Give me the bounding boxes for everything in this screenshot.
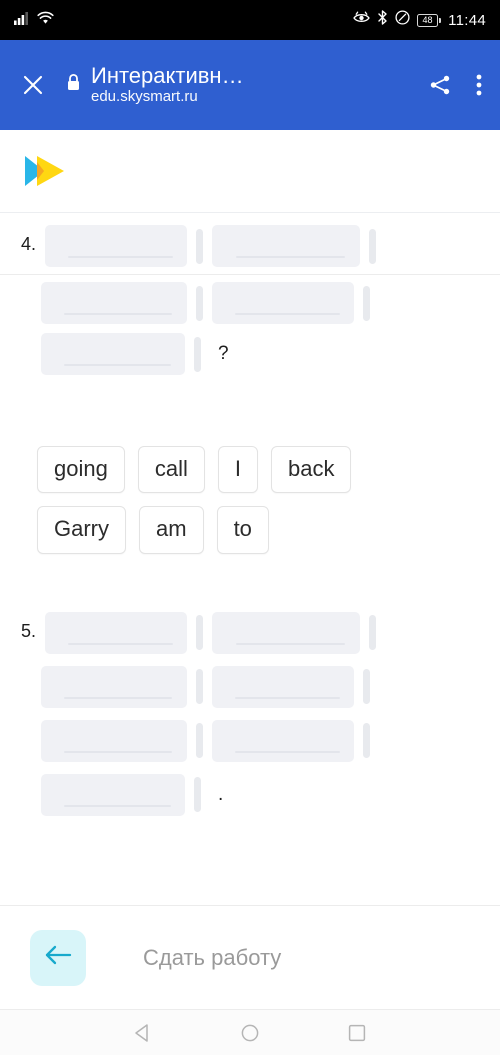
word-chip[interactable]: am <box>139 506 204 554</box>
answer-slot[interactable] <box>41 719 187 762</box>
slot-separator <box>196 615 203 651</box>
status-bar-left <box>14 11 54 30</box>
exercise-5: 5. . <box>0 611 500 816</box>
word-chip[interactable]: to <box>216 506 269 554</box>
dnd-icon <box>395 10 410 30</box>
status-bar: 48 11:44 <box>0 0 500 40</box>
word-chip[interactable]: going <box>37 446 125 494</box>
eye-icon <box>353 11 370 29</box>
answer-slot[interactable] <box>41 665 187 708</box>
word-chip[interactable]: call <box>137 446 205 494</box>
page-identity[interactable]: Интерактивн… edu.skysmart.ru <box>66 64 414 105</box>
answer-slot[interactable] <box>45 225 187 267</box>
slot-separator <box>363 723 370 759</box>
exercise-4-row-2 <box>0 282 500 324</box>
bluetooth-icon <box>377 10 388 30</box>
status-bar-clock: 11:44 <box>448 11 486 29</box>
skysmart-logo[interactable] <box>22 152 70 190</box>
close-button[interactable] <box>18 74 48 96</box>
answer-slot[interactable] <box>41 333 185 375</box>
lock-icon <box>66 73 81 97</box>
wifi-icon <box>37 11 54 30</box>
exercise-5-row-2 <box>0 665 500 708</box>
sentence-punctuation: . <box>218 783 224 805</box>
page-url: edu.skysmart.ru <box>91 87 198 105</box>
slot-separator <box>196 228 203 264</box>
slot-separator <box>369 228 376 264</box>
more-options-icon[interactable] <box>476 73 482 97</box>
header-actions <box>428 73 482 97</box>
nav-back-icon[interactable] <box>132 1022 154 1044</box>
nav-home-icon[interactable] <box>239 1022 261 1044</box>
arrow-left-icon <box>43 943 73 972</box>
word-chip[interactable]: Garry <box>37 506 126 554</box>
exercise-4: 4. ? going call I back Garry am to <box>0 213 500 554</box>
page-title: Интерактивн… <box>91 64 244 89</box>
slot-separator <box>363 669 370 705</box>
answer-slot[interactable] <box>212 225 360 267</box>
nav-recents-icon[interactable] <box>346 1022 368 1044</box>
exercise-5-row-4: . <box>0 773 500 816</box>
status-bar-right: 48 11:44 <box>353 10 486 30</box>
exercise-5-row-3 <box>0 719 500 762</box>
browser-header: Интерактивн… edu.skysmart.ru <box>0 40 500 130</box>
exercise-4-row-3: ? <box>0 333 500 375</box>
signal-icon <box>14 11 30 30</box>
sentence-punctuation: ? <box>218 343 229 364</box>
answer-slot[interactable] <box>212 282 354 324</box>
slot-separator <box>196 723 203 759</box>
word-chip[interactable]: I <box>217 446 258 494</box>
word-chip[interactable]: back <box>270 446 352 494</box>
slot-separator <box>369 615 376 651</box>
android-nav-bar <box>0 1010 500 1055</box>
share-icon[interactable] <box>428 73 452 97</box>
exercise-5-row-1: 5. <box>0 611 500 654</box>
answer-slot[interactable] <box>212 719 354 762</box>
brand-bar <box>0 130 500 213</box>
answer-slot[interactable] <box>45 611 187 654</box>
submit-work-button[interactable]: Сдать работу <box>143 945 281 971</box>
submit-bar: Сдать работу <box>0 905 500 1010</box>
question-number: 5. <box>20 620 36 641</box>
answer-slot[interactable] <box>212 665 354 708</box>
page-content: 4. ? going call I back Garry am to 5. . … <box>0 130 500 1010</box>
section-divider <box>0 274 500 275</box>
slot-separator <box>196 285 203 321</box>
exercise-4-row-1: 4. <box>0 225 500 267</box>
slot-separator <box>196 669 203 705</box>
battery-icon: 48 <box>417 13 441 27</box>
title-and-url: Интерактивн… edu.skysmart.ru <box>91 64 244 105</box>
slot-separator <box>194 336 201 372</box>
slot-separator <box>194 777 201 813</box>
answer-slot[interactable] <box>41 773 185 816</box>
back-button[interactable] <box>30 929 86 986</box>
word-bank-exercise-4: going call I back Garry am to <box>0 446 420 554</box>
answer-slot[interactable] <box>41 282 187 324</box>
answer-slot[interactable] <box>212 611 360 654</box>
slot-separator <box>363 285 370 321</box>
question-number: 4. <box>20 234 36 254</box>
